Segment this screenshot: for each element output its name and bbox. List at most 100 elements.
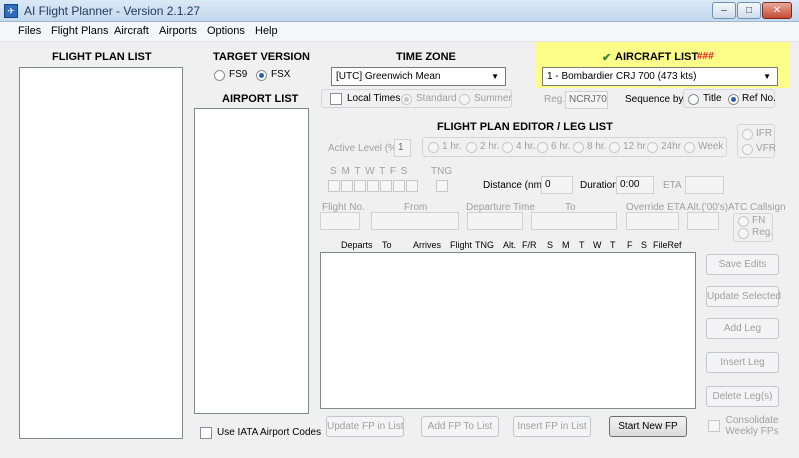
aircraft-select[interactable]: 1 - Bombardier CRJ 700 (473 kts) ▼ — [542, 67, 778, 86]
sequence-ref-radio[interactable] — [728, 94, 739, 105]
interval-6hr-radio[interactable] — [537, 142, 548, 153]
sequence-ref-label: Ref No. — [742, 93, 776, 104]
interval-4hr-radio[interactable] — [502, 142, 513, 153]
sequence-title-label: Title — [703, 93, 722, 104]
interval-12hr-label: 12 hr — [623, 141, 646, 152]
interval-8hr-label: 8 hr. — [587, 141, 607, 152]
interval-2hr-radio[interactable] — [466, 142, 477, 153]
day-checkbox[interactable] — [367, 180, 379, 192]
editor-heading: FLIGHT PLAN EDITOR / LEG LIST — [437, 121, 613, 133]
alt-field[interactable] — [687, 212, 719, 230]
reg-field[interactable]: NCRJ70 — [565, 91, 608, 109]
check-icon: ✔ — [602, 52, 612, 64]
reg-label: Reg. — [544, 94, 566, 105]
minimize-button[interactable]: ‒ — [712, 2, 736, 19]
iata-checkbox[interactable] — [200, 427, 212, 439]
insert-leg-button[interactable]: Insert Leg — [706, 352, 779, 373]
col-departs: Departs — [341, 240, 373, 250]
menu-aircraft[interactable]: Aircraft — [114, 25, 149, 37]
add-leg-button[interactable]: Add Leg — [706, 318, 779, 339]
update-fp-button[interactable]: Update FP in List — [326, 416, 404, 437]
airport-list[interactable] — [194, 108, 309, 414]
interval-week-radio[interactable] — [684, 142, 695, 153]
close-button[interactable]: ✕ — [762, 2, 792, 19]
menu-options[interactable]: Options — [207, 25, 245, 37]
day-checkbox[interactable] — [341, 180, 353, 192]
eta-field[interactable] — [685, 176, 724, 194]
interval-8hr-radio[interactable] — [573, 142, 584, 153]
summer-radio[interactable] — [459, 94, 470, 105]
target-version-heading: TARGET VERSION — [213, 51, 310, 63]
aircraft-value: 1 - Bombardier CRJ 700 (473 kts) — [547, 71, 697, 82]
aircraft-list-marker: ### — [697, 51, 714, 62]
interval-12hr-radio[interactable] — [609, 142, 620, 153]
tng-label: TNG — [431, 166, 453, 177]
interval-6hr-label: 6 hr. — [551, 141, 571, 152]
consolidate-checkbox[interactable] — [708, 420, 720, 432]
menu-help[interactable]: Help — [255, 25, 278, 37]
day-checkbox[interactable] — [406, 180, 418, 192]
flight-no-field[interactable] — [320, 212, 360, 230]
col-arrives: Arrives — [413, 240, 442, 250]
delete-legs-button[interactable]: Delete Leg(s) — [706, 386, 779, 407]
days-label: S M T W T F S — [330, 166, 409, 177]
save-edits-button[interactable]: Save Edits — [706, 254, 779, 275]
interval-2hr-label: 2 hr. — [480, 141, 500, 152]
standard-radio[interactable] — [401, 94, 412, 105]
distance-field[interactable]: 0 — [541, 176, 573, 194]
active-level-label: Active Level (%) — [328, 143, 401, 154]
col-alt: Alt. — [503, 240, 517, 250]
atc-reg-label: Reg. — [752, 227, 774, 238]
col-s: S — [547, 240, 554, 250]
override-eta-field[interactable] — [626, 212, 679, 230]
local-times-checkbox[interactable] — [330, 93, 342, 105]
update-selected-button[interactable]: Update Selected — [706, 286, 781, 307]
interval-4hr-label: 4 hr. — [516, 141, 536, 152]
from-field[interactable] — [371, 212, 459, 230]
ifr-radio[interactable] — [742, 129, 753, 140]
col-tng: TNG — [475, 240, 494, 250]
start-new-fp-button[interactable]: Start New FP — [609, 416, 687, 437]
tng-checkbox[interactable] — [436, 180, 448, 192]
fs9-label: FS9 — [229, 69, 248, 80]
col-fileref: FileRef — [653, 240, 682, 250]
flight-plan-list-heading: FLIGHT PLAN LIST — [52, 51, 152, 63]
active-level-field[interactable]: 1 — [394, 139, 411, 157]
window-title: AI Flight Planner - Version 2.1.27 — [24, 4, 201, 18]
iata-label: Use IATA Airport Codes — [217, 427, 322, 438]
consolidate-label: Consolidate Weekly FPs — [725, 415, 779, 437]
atc-callsign-label: ATC Callsign — [728, 202, 786, 213]
departure-time-field[interactable] — [467, 212, 523, 230]
leg-list[interactable] — [320, 252, 696, 409]
day-checkbox[interactable] — [328, 180, 340, 192]
menu-files[interactable]: Files — [18, 25, 41, 37]
fsx-radio[interactable] — [256, 70, 267, 81]
interval-24hr-radio[interactable] — [647, 142, 658, 153]
col-fr: F/R — [522, 240, 537, 250]
add-fp-button[interactable]: Add FP To List — [421, 416, 499, 437]
to-field[interactable] — [531, 212, 617, 230]
day-checkbox[interactable] — [393, 180, 405, 192]
maximize-button[interactable]: □ — [737, 2, 761, 19]
time-zone-heading: TIME ZONE — [396, 51, 456, 63]
time-zone-value: [UTC] Greenwich Mean — [336, 71, 441, 82]
vfr-radio[interactable] — [742, 144, 753, 155]
vfr-label: VFR — [756, 143, 776, 154]
sequence-title-radio[interactable] — [688, 94, 699, 105]
fs9-radio[interactable] — [214, 70, 225, 81]
interval-1hr-radio[interactable] — [428, 142, 439, 153]
col-t2: T — [610, 240, 616, 250]
col-s2: S — [641, 240, 648, 250]
duration-label: Duration — [580, 180, 618, 191]
atc-reg-radio[interactable] — [738, 228, 749, 239]
standard-label: Standard — [416, 93, 457, 104]
insert-fp-button[interactable]: Insert FP in List — [513, 416, 591, 437]
menu-flight-plans[interactable]: Flight Plans — [51, 25, 108, 37]
duration-field[interactable]: 0:00 — [616, 176, 654, 194]
time-zone-select[interactable]: [UTC] Greenwich Mean ▼ — [331, 67, 506, 86]
flight-plan-list[interactable] — [19, 67, 183, 439]
day-checkbox[interactable] — [354, 180, 366, 192]
menu-airports[interactable]: Airports — [159, 25, 197, 37]
atc-fn-radio[interactable] — [738, 216, 749, 227]
day-checkbox[interactable] — [380, 180, 392, 192]
